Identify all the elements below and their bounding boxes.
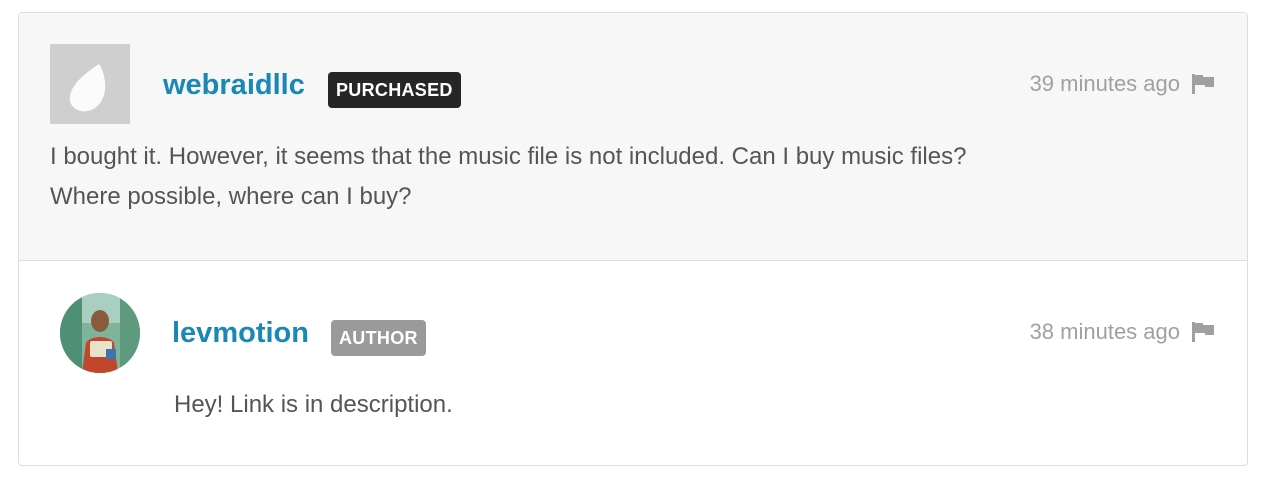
comment-meta: 38 minutes ago bbox=[1030, 321, 1216, 343]
user-photo-avatar bbox=[60, 293, 140, 373]
comment-thread: webraidllc PURCHASED 39 minutes ago I bo… bbox=[18, 12, 1248, 466]
flag-icon[interactable] bbox=[1190, 321, 1216, 343]
avatar[interactable] bbox=[50, 44, 130, 124]
username-link[interactable]: levmotion bbox=[172, 319, 309, 348]
timestamp[interactable]: 39 minutes ago bbox=[1030, 73, 1180, 95]
author-badge: AUTHOR bbox=[331, 320, 426, 356]
comment-meta: 39 minutes ago bbox=[1030, 73, 1216, 95]
comment-main: webraidllc PURCHASED 39 minutes ago I bo… bbox=[19, 13, 1247, 261]
comment-body-line: Hey! Link is in description. bbox=[174, 391, 453, 418]
comment-body: Hey! Link is in description. bbox=[174, 385, 1174, 425]
username-link[interactable]: webraidllc bbox=[163, 71, 305, 100]
avatar[interactable] bbox=[60, 293, 140, 373]
envato-leaf-icon bbox=[69, 64, 106, 112]
purchased-badge: PURCHASED bbox=[328, 72, 461, 108]
timestamp[interactable]: 38 minutes ago bbox=[1030, 321, 1180, 343]
flag-icon[interactable] bbox=[1190, 73, 1216, 95]
comment-body-line: Where possible, where can I buy? bbox=[50, 183, 412, 210]
comment-body: I bought it. However, it seems that the … bbox=[50, 137, 1210, 217]
comment-body-line: I bought it. However, it seems that the … bbox=[50, 143, 967, 170]
